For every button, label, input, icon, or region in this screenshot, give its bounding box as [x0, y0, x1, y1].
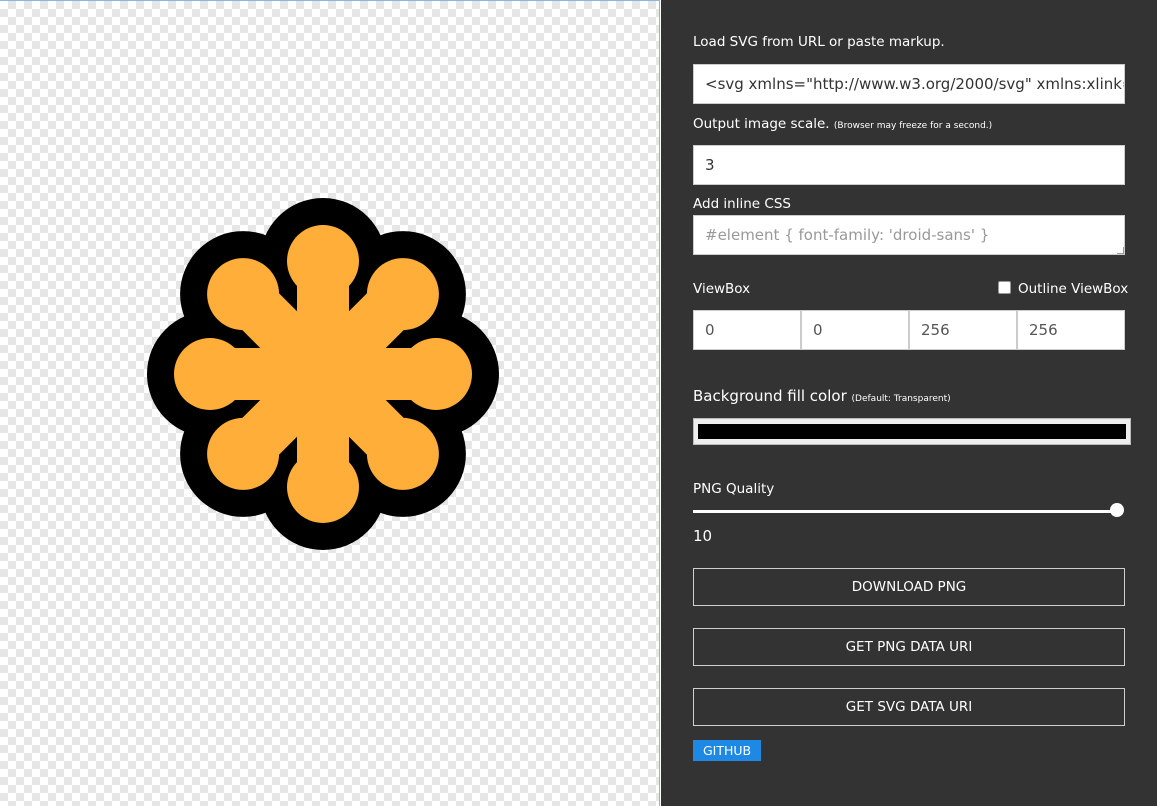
source-label: Load SVG from URL or paste markup. [693, 34, 945, 50]
scale-input[interactable]: 3 [693, 145, 1125, 185]
svg-source-input[interactable]: <svg xmlns="http://www.w3.org/2000/svg" … [693, 64, 1125, 104]
background-note: (Default: Transparent) [851, 394, 951, 404]
viewbox-y-input[interactable]: 0 [801, 310, 909, 350]
viewbox-width-input[interactable]: 256 [909, 310, 1017, 350]
get-png-data-uri-button[interactable]: GET PNG DATA URI [693, 628, 1125, 666]
quality-slider-track[interactable] [693, 510, 1117, 513]
quality-value: 10 [693, 527, 713, 545]
viewbox-label: ViewBox [693, 281, 751, 297]
color-swatch [698, 424, 1126, 439]
quality-slider-thumb[interactable] [1110, 503, 1124, 517]
background-color-picker[interactable] [693, 418, 1131, 445]
viewbox-x-input[interactable]: 0 [693, 310, 801, 350]
scale-label: Output image scale. (Browser may freeze … [693, 116, 992, 132]
viewbox-height-input[interactable]: 256 [1017, 310, 1125, 350]
settings-panel: Load SVG from URL or paste markup. <svg … [661, 0, 1157, 806]
outline-viewbox-label: Outline ViewBox [1018, 281, 1129, 297]
asterisk-flower-icon [147, 198, 499, 550]
scale-label-text: Output image scale. [693, 116, 830, 132]
scale-note: (Browser may freeze for a second.) [833, 121, 993, 131]
svg-preview-canvas [0, 0, 660, 806]
inline-css-textarea[interactable]: #element { font-family: 'droid-sans' } [693, 215, 1125, 255]
get-svg-data-uri-button[interactable]: GET SVG DATA URI [693, 688, 1125, 726]
download-png-button[interactable]: DOWNLOAD PNG [693, 568, 1125, 606]
background-label-text: Background fill color [693, 387, 847, 405]
github-button[interactable]: GITHUB [693, 740, 762, 761]
outline-viewbox-checkbox[interactable] [998, 281, 1011, 294]
background-label: Background fill color (Default: Transpar… [693, 387, 951, 405]
css-label: Add inline CSS [693, 196, 791, 212]
quality-label: PNG Quality [693, 481, 775, 497]
